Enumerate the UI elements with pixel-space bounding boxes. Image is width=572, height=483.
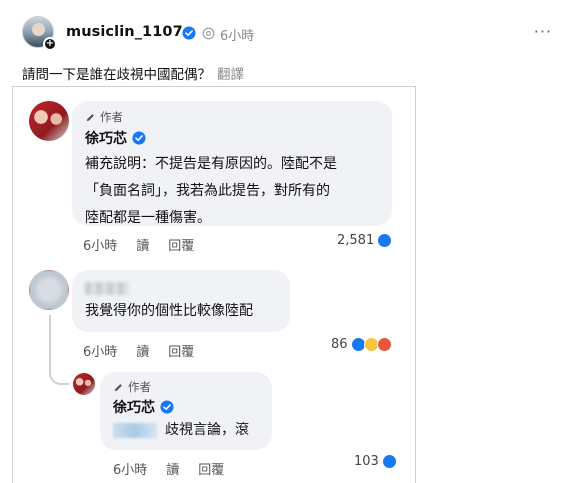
blurred-mention — [113, 422, 157, 438]
comment-bubble: 作者 徐巧芯 補充說明：不提告是有原因的。陸配不是 「負面名詞」，我若為此提告，… — [72, 101, 392, 226]
commenter-avatar[interactable] — [73, 373, 95, 395]
read-link[interactable]: 讀 — [136, 235, 149, 254]
reaction-count[interactable]: 86 — [331, 337, 392, 352]
comment-text: 歧視言論，滾 — [113, 417, 249, 444]
verified-badge-icon — [132, 131, 146, 145]
pencil-icon — [86, 113, 94, 121]
author-tag: 作者 — [113, 379, 151, 395]
post-header: + musiclin_1107 6小時 ··· — [22, 16, 552, 51]
comment-time: 6小時 — [83, 239, 118, 254]
comment-actions: 6小時 讀 回覆 — [83, 341, 213, 360]
commenter-avatar[interactable] — [29, 101, 69, 141]
like-reaction-icon — [377, 233, 393, 248]
commenter-name[interactable]: 徐巧芯 — [113, 397, 174, 417]
read-link[interactable]: 讀 — [136, 341, 149, 360]
more-options-icon[interactable]: ··· — [534, 22, 552, 41]
post-caption: 請問一下是誰在歧視中國配偶？ 翻譯 — [22, 63, 244, 83]
comment-time: 6小時 — [113, 463, 148, 478]
reply-link[interactable]: 回覆 — [168, 341, 194, 360]
blurred-commenter-name — [85, 280, 129, 299]
reply-link[interactable]: 回覆 — [168, 235, 194, 254]
threads-globe-icon — [202, 27, 215, 40]
angry-reaction-icon — [376, 337, 392, 352]
comment-actions: 6小時 讀 回覆 — [83, 235, 213, 254]
comment-text: 補充說明：不提告是有原因的。陸配不是 「負面名詞」，我若為此提告，對所有的 陸配… — [85, 156, 337, 226]
poster-avatar[interactable]: + — [22, 16, 57, 51]
thread-connector — [49, 315, 69, 385]
verified-badge-icon — [182, 26, 196, 40]
poster-username[interactable]: musiclin_1107 — [66, 24, 183, 40]
comment-text: 我覺得你的個性比較像陸配 — [85, 303, 253, 319]
read-link[interactable]: 讀 — [166, 459, 179, 478]
comment-bubble: 作者 徐巧芯 歧視言論，滾 — [100, 372, 272, 450]
translate-link[interactable]: 翻譯 — [217, 67, 244, 83]
author-tag: 作者 — [85, 109, 123, 125]
comment-bubble: 我覺得你的個性比較像陸配 — [72, 270, 290, 332]
reply-link[interactable]: 回覆 — [198, 459, 224, 478]
reaction-count[interactable]: 2,581 — [337, 233, 393, 248]
pencil-icon — [114, 383, 122, 391]
commenter-avatar[interactable] — [29, 270, 69, 310]
commenter-name[interactable]: 徐巧芯 — [85, 128, 146, 148]
verified-badge-icon — [160, 400, 174, 414]
comment-actions: 6小時 讀 回覆 — [113, 459, 243, 478]
caption-text: 請問一下是誰在歧視中國配偶？ — [22, 67, 211, 83]
reaction-count[interactable]: 103 — [354, 454, 397, 469]
follow-plus-icon[interactable]: + — [43, 37, 57, 51]
post-timestamp: 6小時 — [220, 29, 255, 44]
embedded-screenshot: 作者 徐巧芯 補充說明：不提告是有原因的。陸配不是 「負面名詞」，我若為此提告，… — [12, 86, 416, 483]
like-reaction-icon — [381, 454, 397, 469]
comment-time: 6小時 — [83, 345, 118, 360]
